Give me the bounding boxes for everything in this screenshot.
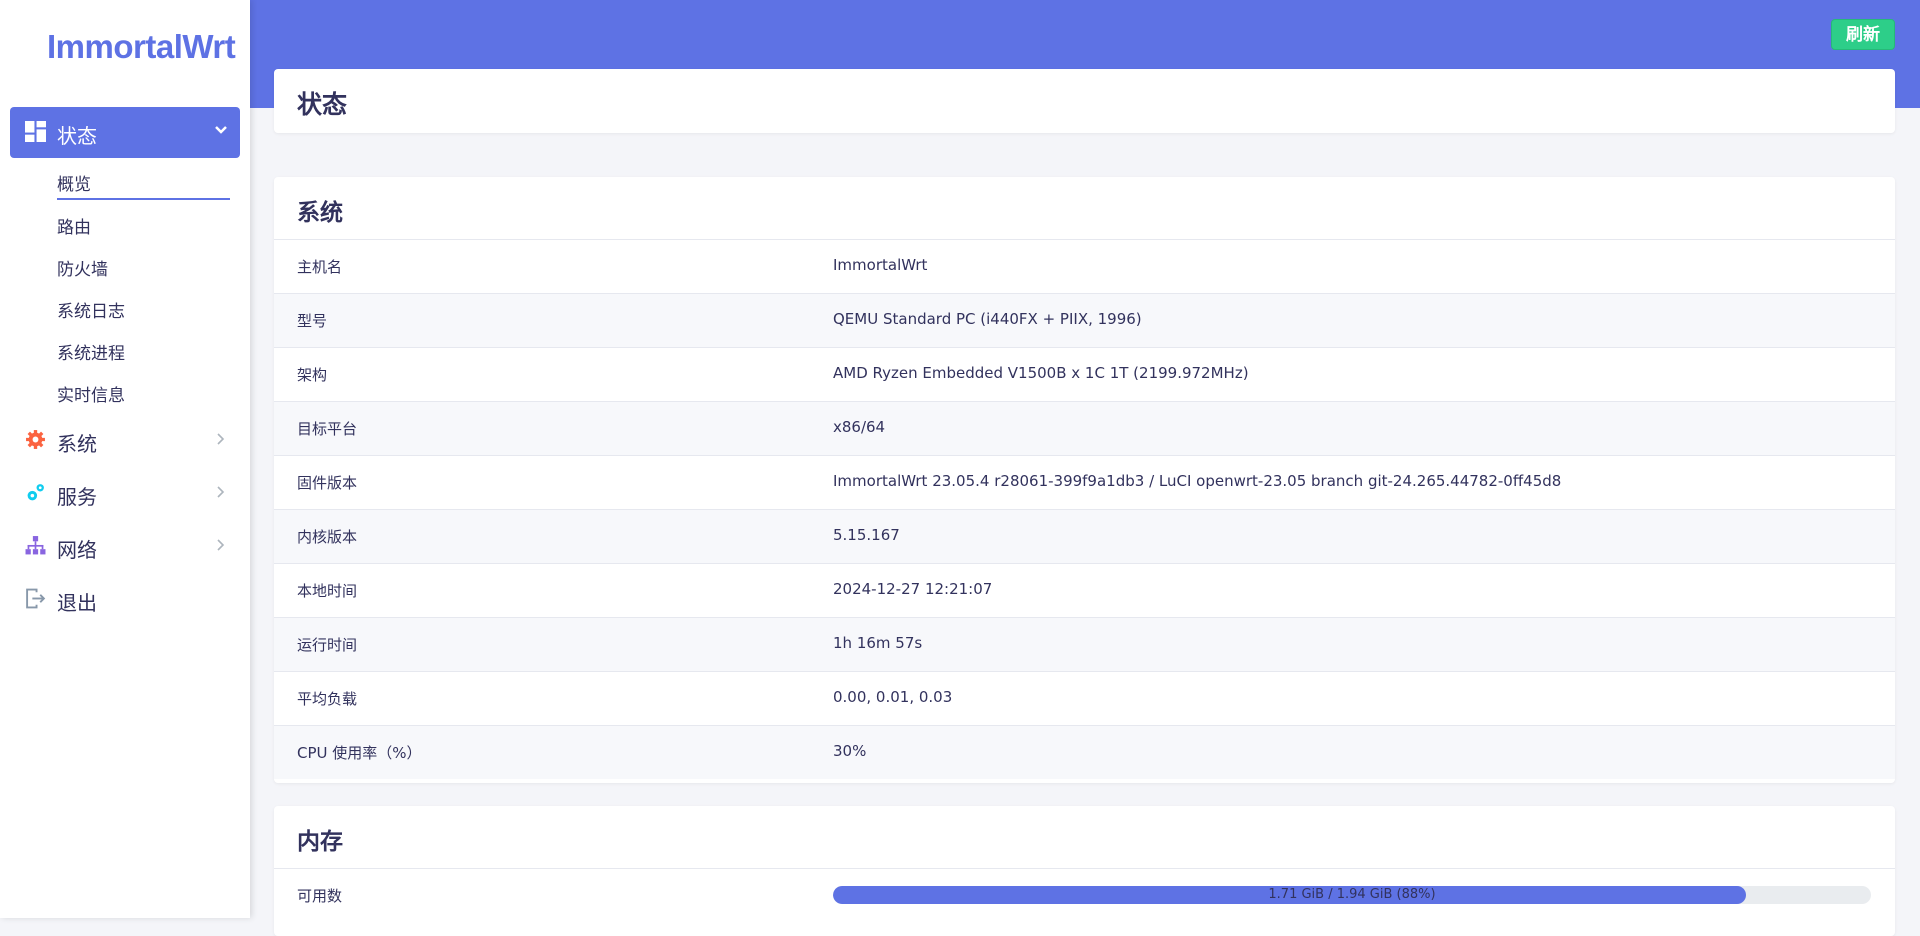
sidebar-item-status[interactable]: 状态 (10, 107, 240, 158)
row-value: 1h 16m 57s (833, 634, 923, 652)
row-value: QEMU Standard PC (i440FX + PIIX, 1996) (833, 310, 1142, 328)
table-row: 运行时间 1h 16m 57s (274, 617, 1895, 671)
chevron-right-icon (217, 539, 225, 551)
logout-icon (26, 588, 46, 609)
subitem-routes[interactable]: 路由 (57, 213, 91, 238)
table-row: 内核版本 5.15.167 (274, 509, 1895, 563)
row-key: 型号 (297, 312, 328, 330)
table-row: 固件版本 ImmortalWrt 23.05.4 r28061-399f9a1d… (274, 455, 1895, 509)
page-title-card: 状态 (274, 69, 1895, 133)
row-value: 30% (833, 742, 867, 760)
table-row: 主机名 ImmortalWrt (274, 239, 1895, 293)
section-heading: 内存 (297, 829, 343, 855)
active-indicator (57, 198, 230, 200)
sidebar-item-label: 网络 (57, 538, 97, 562)
row-value: 5.15.167 (833, 526, 900, 544)
chevron-down-icon (215, 126, 227, 134)
subitem-overview[interactable]: 概览 (57, 170, 91, 195)
refresh-button[interactable]: 刷新 (1831, 19, 1895, 50)
table-row: 型号 QEMU Standard PC (i440FX + PIIX, 1996… (274, 293, 1895, 347)
row-key: 运行时间 (297, 636, 358, 654)
row-value: ImmortalWrt (833, 256, 928, 274)
system-section: 系统 主机名 ImmortalWrt 型号 QEMU Standard PC (… (274, 177, 1895, 783)
subitem-realtime[interactable]: 实时信息 (57, 381, 125, 406)
logo[interactable]: ImmortalWrt (47, 28, 236, 66)
section-heading: 系统 (297, 200, 343, 226)
row-value: 2024-12-27 12:21:07 (833, 580, 993, 598)
chevron-right-icon (217, 433, 225, 445)
table-row: 可用数 1.71 GiB / 1.94 GiB (88%) (274, 868, 1895, 922)
sidebar: ImmortalWrt 状态 概览 路由 防火墙 系统日志 系统进程 实时信息 (0, 0, 250, 918)
table-row: 平均负载 0.00, 0.01, 0.03 (274, 671, 1895, 725)
page-title: 状态 (297, 90, 348, 119)
row-key: 可用数 (297, 887, 343, 905)
sidebar-item-label: 服务 (57, 485, 97, 509)
subitem-syslog[interactable]: 系统日志 (57, 297, 125, 322)
row-key: CPU 使用率（%） (297, 744, 422, 762)
subitem-processes[interactable]: 系统进程 (57, 339, 125, 364)
row-value: 0.00, 0.01, 0.03 (833, 688, 953, 706)
sidebar-item-label: 状态 (57, 124, 97, 148)
row-value: ImmortalWrt 23.05.4 r28061-399f9a1db3 / … (833, 472, 1562, 490)
dashboard-icon (25, 121, 46, 142)
row-key: 架构 (297, 366, 328, 384)
gear-icon (26, 430, 45, 449)
row-key: 本地时间 (297, 582, 358, 600)
memory-progress-bar: 1.71 GiB / 1.94 GiB (88%) (833, 886, 1871, 904)
sidebar-item-network[interactable]: 网络 (10, 524, 240, 568)
network-icon (25, 536, 46, 555)
services-icon (27, 484, 44, 501)
progress-text: 1.71 GiB / 1.94 GiB (88%) (1268, 887, 1436, 902)
memory-section: 内存 可用数 1.71 GiB / 1.94 GiB (88%) (274, 806, 1895, 936)
table-row: 目标平台 x86/64 (274, 401, 1895, 455)
row-key: 固件版本 (297, 474, 358, 492)
sidebar-item-services[interactable]: 服务 (10, 471, 240, 515)
sidebar-item-label: 系统 (57, 432, 97, 456)
row-key: 主机名 (297, 258, 343, 276)
table-row: CPU 使用率（%） 30% (274, 725, 1895, 779)
chevron-right-icon (217, 486, 225, 498)
subitem-firewall[interactable]: 防火墙 (57, 255, 108, 280)
row-key: 内核版本 (297, 528, 358, 546)
row-key: 目标平台 (297, 420, 358, 438)
row-key: 平均负载 (297, 690, 358, 708)
table-row: 本地时间 2024-12-27 12:21:07 (274, 563, 1895, 617)
sidebar-item-logout[interactable]: 退出 (10, 577, 240, 621)
table-row: 架构 AMD Ryzen Embedded V1500B x 1C 1T (21… (274, 347, 1895, 401)
sidebar-item-system[interactable]: 系统 (10, 418, 240, 462)
sidebar-item-label: 退出 (57, 591, 97, 615)
row-value: AMD Ryzen Embedded V1500B x 1C 1T (2199.… (833, 364, 1249, 382)
row-value: x86/64 (833, 418, 886, 436)
